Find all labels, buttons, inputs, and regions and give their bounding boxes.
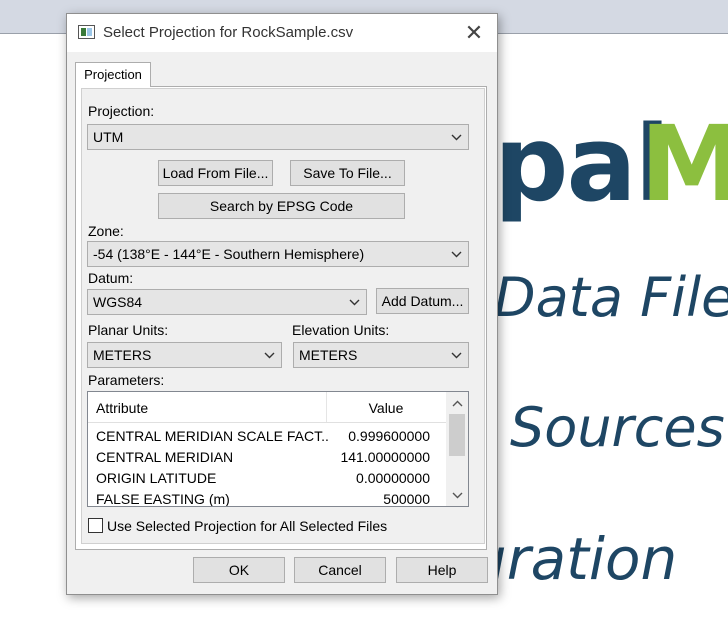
ok-button[interactable]: OK [193, 557, 285, 583]
table-row[interactable]: FALSE EASTING (m) 500000 [88, 489, 446, 507]
planar-units-select[interactable]: METERS [87, 342, 282, 368]
background-brand-letter: M [640, 103, 728, 225]
cancel-button[interactable]: Cancel [294, 557, 386, 583]
save-to-file-button[interactable]: Save To File... [290, 160, 405, 186]
zone-label: Zone: [88, 223, 124, 239]
chevron-down-icon [450, 242, 462, 266]
dialog-titlebar[interactable]: Select Projection for RockSample.csv ✕ [67, 14, 497, 52]
chevron-down-icon [348, 290, 360, 314]
scrollbar-thumb[interactable] [449, 414, 465, 456]
cell-value: 0.999600000 [348, 428, 430, 444]
cell-value: 0.00000000 [356, 470, 430, 486]
cell-attribute: ORIGIN LATITUDE [96, 470, 217, 486]
background-heading-data-files: Data Files [494, 266, 728, 329]
dialog-title: Select Projection for RockSample.csv [103, 24, 354, 41]
zone-select-value: -54 (138°E - 144°E - Southern Hemisphere… [93, 246, 365, 262]
chevron-down-icon [263, 343, 275, 367]
chevron-down-icon [450, 343, 462, 367]
tab-projection[interactable]: Projection [75, 62, 151, 87]
projection-label: Projection: [88, 103, 155, 119]
projection-select-value: UTM [93, 129, 124, 145]
search-epsg-button[interactable]: Search by EPSG Code [158, 193, 405, 219]
zone-select[interactable]: -54 (138°E - 144°E - Southern Hemisphere… [87, 241, 469, 267]
cell-attribute: CENTRAL MERIDIAN [96, 449, 234, 465]
background-heading-sources: Sources [510, 396, 725, 459]
background-heading-configuration: uration [470, 525, 678, 593]
elevation-units-select[interactable]: METERS [293, 342, 469, 368]
planar-units-label: Planar Units: [88, 322, 169, 338]
elevation-units-value: METERS [299, 347, 358, 363]
parameters-grid-header: Attribute Value [88, 392, 446, 423]
table-row[interactable]: CENTRAL MERIDIAN 141.00000000 [88, 447, 446, 468]
table-row[interactable]: ORIGIN LATITUDE 0.00000000 [88, 468, 446, 489]
app-window-icon [78, 25, 95, 39]
help-button[interactable]: Help [396, 557, 488, 583]
cell-value: 500000 [383, 491, 430, 507]
add-datum-button[interactable]: Add Datum... [376, 288, 469, 314]
parameters-label: Parameters: [88, 372, 165, 388]
close-icon[interactable]: ✕ [451, 14, 497, 52]
column-header-attribute[interactable]: Attribute [96, 400, 148, 416]
parameters-scrollbar[interactable] [446, 392, 468, 506]
datum-select-value: WGS84 [93, 294, 143, 310]
load-from-file-button[interactable]: Load From File... [158, 160, 273, 186]
chevron-down-icon [450, 125, 462, 149]
elevation-units-label: Elevation Units: [292, 322, 390, 338]
use-for-all-files-label[interactable]: Use Selected Projection for All Selected… [107, 518, 387, 534]
datum-select[interactable]: WGS84 [87, 289, 367, 315]
parameters-grid[interactable]: Attribute Value CENTRAL MERIDIAN SCALE F… [87, 391, 469, 507]
chevron-up-icon[interactable] [446, 394, 468, 412]
column-header-value[interactable]: Value [327, 400, 445, 416]
use-for-all-files-checkbox[interactable] [88, 518, 103, 533]
datum-label: Datum: [88, 270, 134, 286]
cell-attribute: FALSE EASTING (m) [96, 491, 230, 507]
cell-value: 141.00000000 [340, 449, 430, 465]
projection-select[interactable]: UTM [87, 124, 469, 150]
chevron-down-icon[interactable] [446, 486, 468, 504]
planar-units-value: METERS [93, 347, 152, 363]
cell-attribute: CENTRAL MERIDIAN SCALE FACT... [96, 428, 328, 444]
table-row[interactable]: CENTRAL MERIDIAN SCALE FACT... 0.9996000… [88, 426, 446, 447]
